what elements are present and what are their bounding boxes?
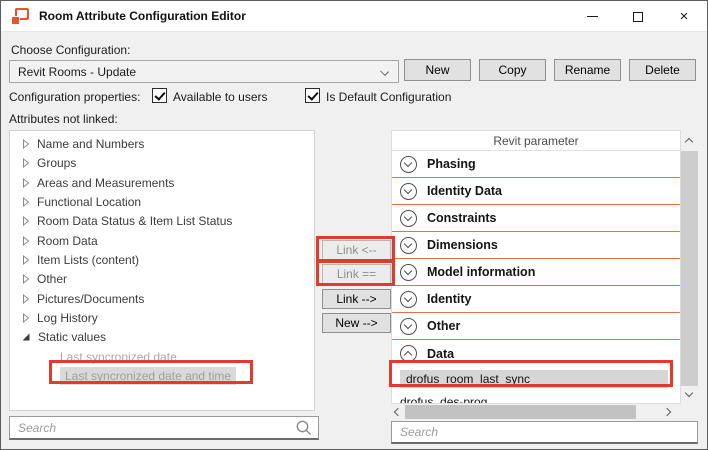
chevron-down-icon [380, 67, 389, 76]
delete-button[interactable]: Delete [629, 59, 696, 81]
maximize-button[interactable] [615, 1, 661, 32]
revit-parameter-panel: Revit parameter Phasing Identity Data Co… [391, 130, 681, 404]
scroll-down-icon [685, 389, 693, 397]
chevron-down-circle-icon [400, 156, 417, 173]
tree-expander-collapsed-icon [22, 255, 30, 265]
param-group-constraints[interactable]: Constraints [392, 205, 680, 232]
maximize-icon [633, 12, 643, 22]
tree-expander-collapsed-icon [22, 139, 30, 149]
tree-item[interactable]: Name and Numbers [10, 134, 314, 153]
tree-expander-collapsed-icon [22, 274, 30, 284]
left-search-input[interactable] [10, 421, 295, 435]
is-default-configuration-label: Is Default Configuration [326, 90, 451, 104]
scroll-up-icon [685, 138, 693, 146]
rename-button[interactable]: Rename [554, 59, 621, 81]
close-button[interactable]: × [661, 1, 707, 32]
tree-expander-collapsed-icon [22, 158, 30, 168]
attributes-tree: Name and Numbers Groups Areas and Measur… [9, 130, 315, 411]
tree-expander-expanded-icon [22, 332, 31, 342]
chevron-down-circle-icon [400, 210, 417, 227]
tree-expander-collapsed-icon [22, 313, 30, 323]
window-controls: × [569, 1, 707, 32]
param-group-identity-data[interactable]: Identity Data [392, 178, 680, 205]
tree-item[interactable]: Room Data Status & Item List Status [10, 211, 314, 230]
tree-expander-collapsed-icon [22, 236, 30, 246]
tree-item[interactable]: Room Data [10, 231, 314, 250]
param-group-phasing[interactable]: Phasing [392, 151, 680, 178]
tree-item[interactable]: Other [10, 269, 314, 288]
dialog-window: Room Attribute Configuration Editor × Ch… [0, 0, 708, 450]
param-group-data[interactable]: Data [392, 340, 680, 367]
choose-configuration-label: Choose Configuration: [11, 43, 130, 57]
tree-item[interactable]: Pictures/Documents [10, 289, 314, 308]
chevron-up-circle-icon [400, 345, 417, 362]
horizontal-scrollbar-thumb[interactable] [405, 405, 636, 419]
minimize-button[interactable] [569, 1, 615, 32]
link-right-button[interactable]: Link --> [322, 289, 391, 309]
new-button[interactable]: New [404, 59, 471, 81]
right-search-input[interactable] [392, 425, 697, 439]
configuration-properties-label: Configuration properties: [9, 90, 140, 104]
chevron-down-circle-icon [400, 237, 417, 254]
new-right-button[interactable]: New --> [322, 313, 391, 333]
link-left-button[interactable]: Link <-- [322, 240, 391, 260]
right-search-box [391, 421, 698, 444]
window-title: Room Attribute Configuration Editor [39, 9, 246, 23]
available-to-users-checkbox[interactable] [152, 88, 167, 103]
close-icon: × [680, 9, 689, 24]
search-icon [295, 419, 312, 436]
tree-expander-collapsed-icon [22, 197, 30, 207]
tree-item[interactable]: Static values [10, 327, 314, 346]
tree-item[interactable]: Item Lists (content) [10, 250, 314, 269]
chevron-down-circle-icon [400, 318, 417, 335]
chevron-down-circle-icon [400, 291, 417, 308]
param-group-model-information[interactable]: Model information [392, 259, 680, 286]
param-group-dimensions[interactable]: Dimensions [392, 232, 680, 259]
tree-item[interactable]: Groups [10, 153, 314, 172]
scroll-right-icon [663, 408, 671, 416]
available-to-users-label: Available to users [173, 90, 268, 104]
tree-item[interactable]: Last syncronized date and time [10, 366, 314, 385]
is-default-configuration-checkbox[interactable] [305, 88, 320, 103]
minimize-icon [587, 16, 598, 17]
param-item[interactable]: drofus_des-prog [392, 390, 680, 404]
configuration-dropdown-value: Revit Rooms - Update [18, 65, 136, 79]
vertical-scrollbar[interactable] [681, 131, 698, 404]
tree-expander-collapsed-icon [22, 216, 30, 226]
tree-expander-collapsed-icon [22, 178, 30, 188]
link-equals-button[interactable]: Link == [322, 264, 391, 284]
chevron-down-circle-icon [400, 264, 417, 281]
tree-item[interactable]: Last syncronized date [10, 347, 314, 366]
revit-parameter-header: Revit parameter [392, 131, 680, 151]
configuration-dropdown[interactable]: Revit Rooms - Update [9, 60, 399, 83]
tree-item[interactable]: Log History [10, 308, 314, 327]
app-icon [11, 8, 29, 25]
param-group-other[interactable]: Other [392, 313, 680, 340]
vertical-scrollbar-thumb[interactable] [681, 151, 698, 386]
tree-expander-collapsed-icon [22, 294, 30, 304]
horizontal-scrollbar[interactable] [391, 405, 674, 419]
chevron-down-circle-icon [400, 183, 417, 200]
scroll-left-icon [394, 408, 402, 416]
attributes-not-linked-label: Attributes not linked: [9, 112, 118, 126]
left-search-box [9, 416, 319, 440]
param-item-selected[interactable]: drofus_room_last_sync [392, 367, 680, 390]
copy-button[interactable]: Copy [479, 59, 546, 81]
tree-item[interactable]: Functional Location [10, 192, 314, 211]
param-group-identity[interactable]: Identity [392, 286, 680, 313]
tree-item[interactable]: Areas and Measurements [10, 173, 314, 192]
